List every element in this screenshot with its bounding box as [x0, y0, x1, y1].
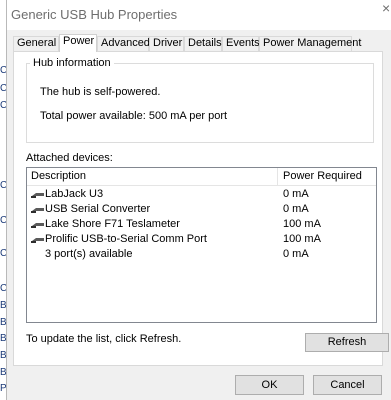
column-header-power-required[interactable]: Power Required	[283, 170, 362, 182]
tab-power[interactable]: Power	[59, 34, 97, 52]
tab-events[interactable]: Events	[222, 36, 260, 51]
device-name: Lake Shore F71 Teslameter	[45, 218, 180, 230]
device-name: USB Serial Converter	[45, 203, 151, 215]
device-power: 100 mA	[283, 218, 321, 230]
usb-plug-icon	[31, 238, 44, 243]
properties-dialog: Generic USB Hub Properties × General Pow…	[6, 0, 391, 400]
power-tab-panel: Hub information The hub is self-powered.…	[13, 51, 389, 366]
refresh-hint-text: To update the list, click Refresh.	[26, 333, 182, 345]
list-item[interactable]: 3 port(s) available 0 mA	[27, 247, 376, 262]
list-header: Description Power Required	[27, 168, 376, 186]
usb-plug-icon	[31, 193, 44, 198]
device-name: 3 port(s) available	[45, 248, 133, 260]
device-power: 0 mA	[283, 248, 309, 260]
power-status-text: The hub is self-powered.	[40, 86, 161, 98]
cancel-button[interactable]: Cancel	[313, 375, 382, 395]
window-title: Generic USB Hub Properties	[11, 7, 178, 22]
list-item[interactable]: USB Serial Converter 0 mA	[27, 202, 376, 217]
tab-details[interactable]: Details	[184, 36, 222, 51]
device-name: LabJack U3	[45, 188, 104, 200]
device-power: 0 mA	[283, 188, 309, 200]
attached-devices-label: Attached devices:	[26, 152, 113, 164]
refresh-button[interactable]: Refresh	[305, 333, 389, 352]
list-item[interactable]: Lake Shore F71 Teslameter 100 mA	[27, 217, 376, 232]
title-bar[interactable]: Generic USB Hub Properties ×	[7, 0, 391, 30]
column-header-description[interactable]: Description	[31, 170, 86, 182]
attached-devices-list[interactable]: Description Power Required LabJack U3 0 …	[26, 167, 377, 323]
tab-advanced[interactable]: Advanced	[97, 36, 150, 51]
list-item[interactable]: Prolific USB-to-Serial Comm Port 100 mA	[27, 232, 376, 247]
close-icon[interactable]: ×	[382, 0, 391, 28]
usb-plug-icon	[31, 223, 44, 228]
usb-plug-icon	[31, 208, 44, 213]
hub-information-legend: Hub information	[30, 57, 114, 69]
device-power: 0 mA	[283, 203, 309, 215]
column-divider[interactable]	[277, 168, 278, 185]
device-name: Prolific USB-to-Serial Comm Port	[45, 233, 207, 245]
total-power-text: Total power available: 500 mA per port	[40, 110, 228, 122]
tab-driver[interactable]: Driver	[149, 36, 184, 51]
list-item[interactable]: LabJack U3 0 mA	[27, 187, 376, 202]
hub-information-group: Hub information The hub is self-powered.…	[26, 57, 374, 143]
device-power: 100 mA	[283, 233, 321, 245]
ok-button[interactable]: OK	[235, 375, 304, 395]
tab-power-management[interactable]: Power Management	[259, 36, 361, 51]
tab-general[interactable]: General	[13, 36, 59, 51]
